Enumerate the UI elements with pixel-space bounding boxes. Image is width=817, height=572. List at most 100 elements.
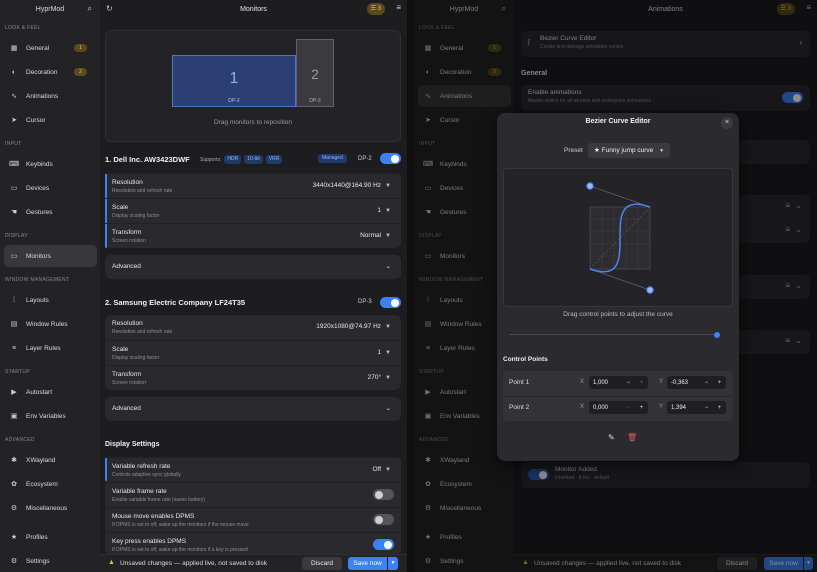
sidebar-item-label: Layer Rules — [26, 344, 61, 352]
sidebar-item-cursor[interactable]: ➤ Cursor — [4, 109, 97, 131]
point-2-x-stepper[interactable]: 0,000− + — [589, 401, 648, 414]
monitor-2-toggle[interactable] — [380, 297, 401, 308]
sidebar-item-ecosystem[interactable]: ✿ Ecosystem — [4, 473, 97, 495]
sidebar-item-label: Decoration — [26, 68, 58, 76]
curve-canvas[interactable] — [503, 168, 733, 307]
point-1-x-stepper[interactable]: 1,000− + — [589, 376, 648, 389]
save-now-button[interactable]: Save now — [348, 557, 387, 570]
vfr-toggle[interactable] — [373, 489, 394, 500]
sidebar-item-window-rules[interactable]: ▤ Window Rules — [4, 313, 97, 335]
monitor-1-tile[interactable]: 1 DP-2 — [172, 55, 296, 107]
animations-window: HyprMod ⌕ LOOK & FEEL ▦ General 1 ◐ Decorat… — [414, 0, 817, 572]
row-subtitle: If DPMS is set to off, wake up the monit… — [112, 522, 249, 528]
transform-dropdown[interactable]: 270° ▼ — [368, 374, 391, 381]
env-icon: ▣ — [10, 413, 18, 420]
sidebar-item-decoration[interactable]: ◐ Decoration 2 — [4, 61, 97, 83]
transform-row[interactable]: Transform Screen rotation Normal ▼ — [105, 223, 401, 247]
vrr-row[interactable]: Variable refresh rate Controls adaptive s… — [105, 457, 401, 481]
row-subtitle: Enable variable frame rate (saves batter… — [112, 497, 206, 503]
row-subtitle: Resolution and refresh rate — [112, 188, 173, 194]
sidebar-item-profiles[interactable]: ★ Profiles — [4, 526, 97, 548]
feature-badge: HDR — [224, 155, 242, 164]
plus-icon[interactable]: + — [713, 380, 726, 386]
sidebar-item-gestures[interactable]: ☚ Gestures — [4, 201, 97, 223]
sidebar-item-devices[interactable]: ▭ Devices — [4, 177, 97, 199]
discard-button[interactable]: Discard — [302, 557, 342, 570]
sidebar-item-animations[interactable]: ∿ Animations — [4, 85, 97, 107]
dropdown-value: 270° — [367, 374, 382, 381]
sidebar-item-keybinds[interactable]: ⌨ Keybinds — [4, 153, 97, 175]
point-1-y-stepper[interactable]: -0,363− + — [667, 376, 726, 389]
feature-badge: VRR — [265, 155, 283, 164]
preview-slider[interactable] — [509, 334, 719, 335]
vrr-dropdown[interactable]: Off ▼ — [372, 466, 391, 473]
sidebar-item-general[interactable]: ▦ General 1 — [4, 37, 97, 59]
sidebar-item-layouts[interactable]: ⁞ Layouts — [4, 289, 97, 311]
control-point-1-handle[interactable] — [646, 286, 654, 294]
scale-row[interactable]: Scale Display scaling factor 1 ▼ — [105, 198, 401, 222]
sidebar-item-layer-rules[interactable]: ≡ Layer Rules — [4, 337, 97, 359]
monitor-2-tile[interactable]: 2 DP-3 — [296, 39, 334, 107]
point-2-y-stepper[interactable]: 1,394− + — [667, 401, 726, 414]
sidebar-item-monitors[interactable]: ▭ Monitors — [4, 245, 97, 267]
key-dpms-toggle[interactable] — [373, 539, 394, 550]
resolution-dropdown[interactable]: 1920x1080@74.97 Hz ▼ — [316, 323, 391, 330]
preset-dropdown[interactable]: ★ Funny jump curve ▼ — [588, 143, 671, 158]
stepper-value[interactable]: 1,000 — [589, 380, 622, 386]
plus-icon[interactable]: + — [635, 380, 648, 386]
keyboard-icon: ⌨ — [9, 161, 20, 168]
menu-icon[interactable]: ≡ — [396, 3, 401, 12]
resolution-row[interactable]: Resolution Resolution and refresh rate 192… — [105, 315, 401, 339]
section-advanced: ADVANCED — [5, 437, 35, 443]
monitor-number: 1 — [229, 70, 239, 87]
stepper-value[interactable]: 1,394 — [667, 405, 700, 411]
chevron-down-icon: ▼ — [385, 375, 391, 381]
sidebar-item-label: Animations — [26, 92, 59, 100]
sidebar-item-miscellaneous[interactable]: ⚙ Miscellaneous — [4, 497, 97, 519]
row-subtitle: Resolution and refresh rate — [112, 329, 173, 335]
monitor-1-advanced-expander[interactable]: Advanced ⌄ — [105, 255, 401, 279]
transform-row[interactable]: Transform Screen rotation 270° ▼ — [105, 365, 401, 389]
save-options-chevron-icon[interactable]: ▼ — [388, 557, 398, 570]
sidebar-item-env-variables[interactable]: ▣ Env Variables — [4, 405, 97, 427]
unsaved-bar: ▲ Unsaved changes — applied live, not sa… — [100, 554, 407, 572]
sidebar-item-autostart[interactable]: ▶ Autostart — [4, 381, 97, 403]
monitor-2-advanced-expander[interactable]: Advanced ⌄ — [105, 397, 401, 421]
expander-label: Advanced — [112, 405, 141, 412]
dropdown-value: 1 — [377, 349, 382, 356]
resolution-row[interactable]: Resolution Resolution and refresh rate 344… — [105, 173, 401, 197]
sidebar-item-settings[interactable]: ⚙ Settings — [4, 550, 97, 572]
scale-dropdown[interactable]: 1 ▼ — [377, 207, 391, 214]
search-icon[interactable]: ⌕ — [88, 4, 92, 14]
vfr-row[interactable]: Variable frame rate Enable variable frame… — [105, 482, 401, 506]
plus-icon[interactable]: + — [713, 405, 726, 411]
plus-icon[interactable]: + — [635, 405, 648, 411]
stepper-value[interactable]: 0,000 — [589, 405, 622, 411]
pending-changes-badge[interactable]: ☰ 3 — [366, 3, 385, 15]
sidebar-item-label: Autostart — [26, 388, 53, 396]
minus-icon[interactable]: − — [622, 380, 635, 386]
chevron-down-icon: ⌄ — [385, 263, 391, 270]
monitor-1-toggle[interactable] — [380, 153, 401, 164]
minus-icon[interactable]: − — [700, 380, 713, 386]
mouse-dpms-toggle[interactable] — [373, 514, 394, 525]
edit-icon[interactable]: ✎ — [608, 433, 615, 442]
stepper-value[interactable]: -0,363 — [667, 380, 700, 386]
trash-icon[interactable]: 🗑 — [627, 433, 637, 442]
transform-dropdown[interactable]: Normal ▼ — [360, 232, 391, 239]
scale-dropdown[interactable]: 1 ▼ — [377, 349, 391, 356]
refresh-icon[interactable]: ↻ — [106, 4, 113, 13]
count-badge: 2 — [74, 68, 87, 76]
control-point-2-handle[interactable] — [586, 182, 594, 190]
mouse-dpms-row[interactable]: Mouse move enables DPMS If DPMS is set to… — [105, 507, 401, 531]
minus-icon[interactable]: − — [622, 405, 635, 411]
key-dpms-row[interactable]: Key press enables DPMS If DPMS is set to … — [105, 532, 401, 556]
resolution-dropdown[interactable]: 3440x1440@164.90 Hz ▼ — [313, 182, 391, 189]
sidebar-item-xwayland[interactable]: ✱ XWayland — [4, 449, 97, 471]
close-icon[interactable]: × — [721, 117, 733, 129]
minus-icon[interactable]: − — [700, 405, 713, 411]
preview-slider-knob[interactable] — [714, 332, 720, 338]
scale-row[interactable]: Scale Display scaling factor 1 ▼ — [105, 340, 401, 364]
misc-icon: ⚙ — [10, 505, 18, 512]
row-label: Variable frame rate — [112, 488, 167, 495]
